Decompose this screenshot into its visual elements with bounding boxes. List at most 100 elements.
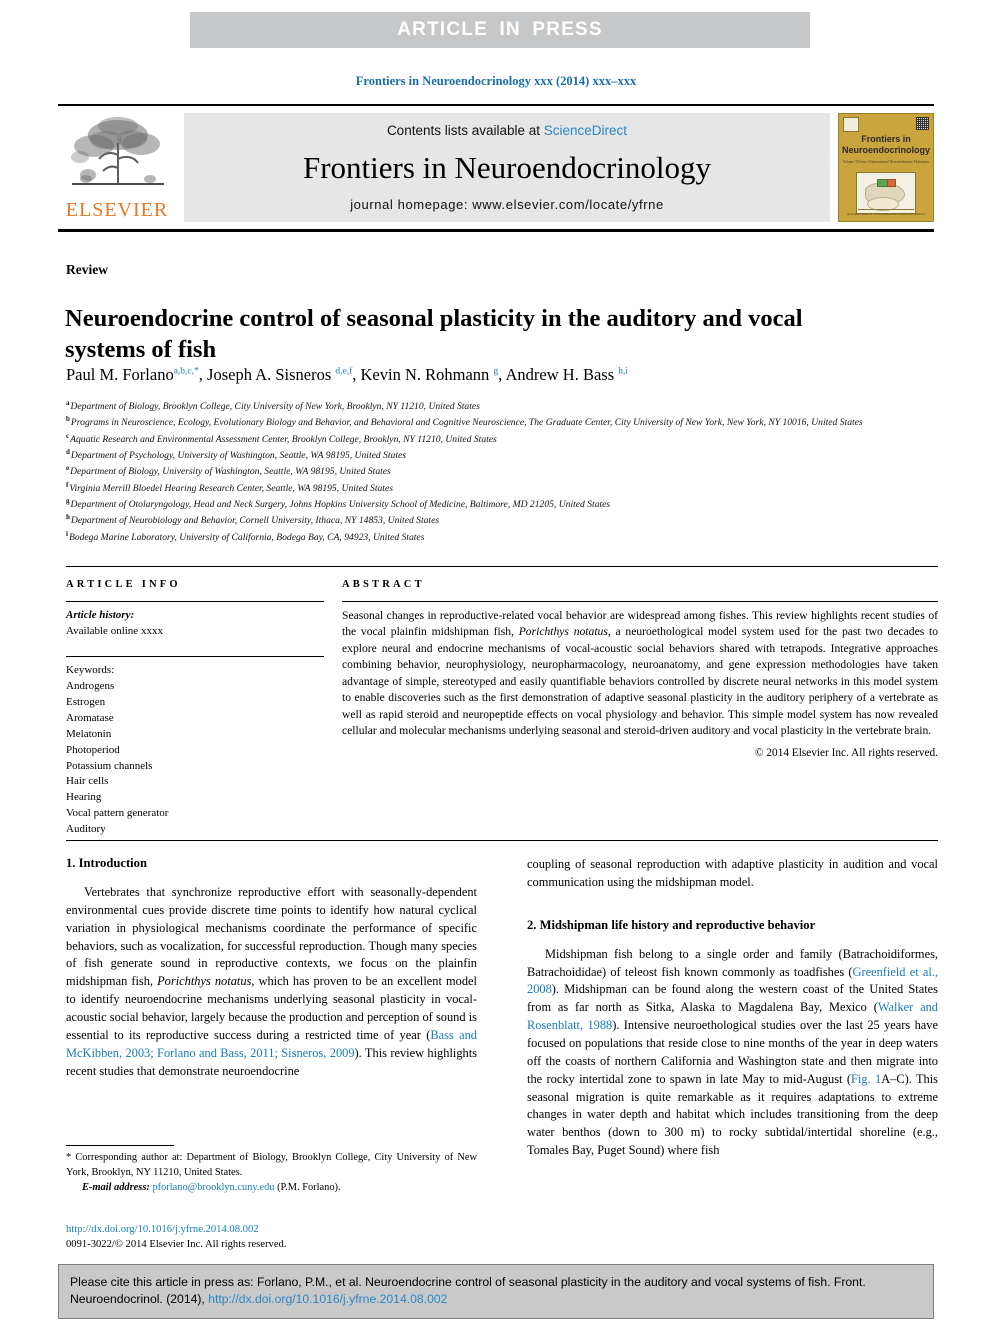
- journal-homepage-line: journal homepage: www.elsevier.com/locat…: [350, 197, 664, 212]
- journal-running-head: Frontiers in Neuroendocrinology xxx (201…: [355, 74, 637, 88]
- article-page: ARTICLE IN PRESS Frontiers in Neuroendoc…: [0, 0, 992, 1323]
- author-entry: Andrew H. Bass h,i: [506, 365, 629, 384]
- intro-paragraph: Vertebrates that synchronize reproductiv…: [66, 884, 477, 1080]
- author-entry: Kevin N. Rohmann g: [361, 365, 499, 384]
- info-abstract-region: ARTICLE INFO Article history: Available …: [66, 566, 938, 838]
- keywords-label: Keywords:: [66, 663, 115, 676]
- affiliation-marker: b: [66, 415, 70, 424]
- email-suffix: (P.M. Forlano).: [277, 1181, 341, 1193]
- qr-code-icon: [916, 117, 929, 130]
- keyword-item: Androgens: [66, 679, 115, 692]
- contents-available-line: Contents lists available at ScienceDirec…: [387, 123, 627, 138]
- cover-title-line1: Frontiers in: [861, 134, 911, 144]
- article-in-press-banner: ARTICLE IN PRESS: [190, 12, 810, 48]
- keyword-item: Melatonin: [66, 727, 112, 740]
- affiliation-marker: d: [66, 448, 70, 457]
- author-affiliation-marker[interactable]: h,i: [618, 367, 628, 377]
- abstract-copyright: © 2014 Elsevier Inc. All rights reserved…: [754, 746, 938, 759]
- elsevier-wordmark: ELSEVIER: [65, 199, 169, 221]
- corresponding-author-footnote: * Corresponding author at: Department of…: [66, 1145, 477, 1195]
- email-link[interactable]: pforlano@brooklyn.cuny.edu: [152, 1182, 274, 1193]
- affiliation-text: Virginia Merrill Bloedel Hearing Researc…: [69, 482, 393, 494]
- body-right-column: coupling of seasonal reproduction with a…: [527, 856, 938, 1160]
- affiliation-text: Department of Psychology, University of …: [70, 450, 406, 462]
- author-entry: Joseph A. Sisneros d,e,f: [207, 365, 352, 384]
- figure-link-fig1[interactable]: Fig. 1: [851, 1072, 881, 1086]
- affiliation-marker: e: [66, 464, 70, 473]
- article-history-label: Article history:: [66, 609, 135, 621]
- abstract-text: Seasonal changes in reproductive-related…: [342, 608, 938, 740]
- affiliation-text: Aquatic Research and Environmental Asses…: [70, 433, 497, 445]
- affiliation-marker: h: [66, 513, 70, 522]
- author-name: Andrew H. Bass: [505, 365, 615, 384]
- doi-link[interactable]: http://dx.doi.org/10.1016/j.yfrne.2014.0…: [66, 1224, 259, 1235]
- affiliation-marker: f: [66, 480, 69, 489]
- affiliation-text: Programs in Neuroscience, Ecology, Evolu…: [70, 417, 863, 429]
- affiliation-item: iBodega Marine Laboratory, University of…: [66, 529, 938, 545]
- affiliation-item: cAquatic Research and Environmental Asse…: [66, 431, 938, 447]
- affiliation-marker: i: [66, 529, 68, 538]
- body-left-column: 1. Introduction Vertebrates that synchro…: [66, 856, 477, 1160]
- author-affiliation-marker[interactable]: a,b,c,*: [174, 367, 199, 377]
- article-info-divider: [66, 601, 324, 602]
- abstract-column: ABSTRACT Seasonal changes in reproductiv…: [324, 567, 938, 838]
- author-name: Joseph A. Sisneros: [207, 365, 332, 384]
- cite-prefix: Please cite this article in press as: Fo…: [70, 1275, 866, 1306]
- article-info-column: ARTICLE INFO Article history: Available …: [66, 567, 324, 838]
- affiliation-text: Department of Otolaryngology, Head and N…: [70, 499, 611, 511]
- article-history-value: Available online xxxx: [66, 624, 163, 637]
- cover-footer: Available online at www.sciencedirect.co…: [839, 208, 933, 217]
- keyword-item: Photoperiod: [66, 743, 120, 756]
- doi-issn-block: http://dx.doi.org/10.1016/j.yfrne.2014.0…: [66, 1222, 477, 1252]
- affiliation-item: dDepartment of Psychology, University of…: [66, 447, 938, 463]
- page-title: Neuroendocrine control of seasonal plast…: [65, 305, 803, 364]
- keyword-item: Potassium channels: [66, 759, 153, 772]
- cover-top-icons: [839, 114, 933, 132]
- journal-title: Frontiers in Neuroendocrinology: [302, 149, 712, 185]
- cover-subtitle: Volume 35 Issue 2 International Neuroend…: [842, 159, 930, 164]
- continued-paragraph: coupling of seasonal reproduction with a…: [527, 857, 938, 889]
- section-heading-introduction: 1. Introduction: [66, 856, 147, 870]
- corresponding-author-text: * Corresponding author at: Department of…: [66, 1152, 477, 1178]
- midshipman-paragraph: Midshipman fish belong to a single order…: [527, 946, 938, 1160]
- affiliation-marker: c: [66, 431, 70, 440]
- abstract-heading: ABSTRACT: [342, 579, 425, 590]
- author-affiliation-marker[interactable]: g: [493, 367, 498, 377]
- section-heading-midshipman-life-history: 2. Midshipman life history and reproduct…: [527, 917, 816, 932]
- affiliation-item: aDepartment of Biology, Brooklyn College…: [66, 398, 938, 414]
- keywords-divider: [66, 655, 324, 657]
- author-list: Paul M. Forlanoa,b,c,*, Joseph A. Sisner…: [66, 365, 629, 384]
- cover-title: Frontiers in Neuroendocrinology: [842, 134, 930, 157]
- affiliation-text: Bodega Marine Laboratory, University of …: [68, 531, 425, 543]
- affiliation-item: bPrograms in Neuroscience, Ecology, Evol…: [66, 414, 938, 430]
- author-entry: Paul M. Forlanoa,b,c,*: [66, 365, 199, 384]
- keyword-item: Auditory: [66, 823, 106, 836]
- abstract-divider: [342, 601, 938, 602]
- article-history-block: Article history: Available online xxxx: [66, 608, 324, 640]
- keyword-item: Hearing: [66, 791, 102, 804]
- sciencedirect-link[interactable]: ScienceDirect: [544, 123, 627, 138]
- cite-doi-link[interactable]: http://dx.doi.org/10.1016/j.yfrne.2014.0…: [208, 1292, 447, 1306]
- article-in-press-label: ARTICLE IN PRESS: [397, 19, 603, 40]
- affiliation-item: hDepartment of Neurobiology and Behavior…: [66, 512, 938, 528]
- email-label: E-mail address:: [82, 1181, 150, 1193]
- elsevier-tree-icon: [71, 117, 164, 185]
- body-top-divider: [66, 840, 938, 841]
- keywords-block: Keywords: Androgens Estrogen Aromatase M…: [66, 655, 324, 838]
- footnote-divider: [66, 1145, 174, 1146]
- article-info-heading: ARTICLE INFO: [66, 579, 181, 590]
- author-name: Kevin N. Rohmann: [360, 365, 490, 384]
- abstract-species-name: Porichthys notatus: [518, 625, 608, 639]
- affiliation-item: eDepartment of Biology, University of Wa…: [66, 463, 938, 479]
- elsevier-logo: ELSEVIER: [58, 113, 176, 222]
- abstract-part-2: , a neuroethological model system used f…: [342, 625, 938, 738]
- cite-this-article-box: Please cite this article in press as: Fo…: [58, 1264, 934, 1319]
- article-type-label: Review: [66, 262, 108, 277]
- keywords-list: Androgens Estrogen Aromatase Melatonin P…: [66, 679, 324, 838]
- intro-species-name: Porichthys notatus: [157, 974, 252, 989]
- author-affiliation-marker[interactable]: d,e,f: [335, 367, 352, 377]
- affiliation-list: aDepartment of Biology, Brooklyn College…: [66, 398, 938, 545]
- cover-logo-icon: [843, 117, 859, 132]
- keyword-item: Hair cells: [66, 775, 109, 788]
- masthead-center: Contents lists available at ScienceDirec…: [184, 113, 830, 222]
